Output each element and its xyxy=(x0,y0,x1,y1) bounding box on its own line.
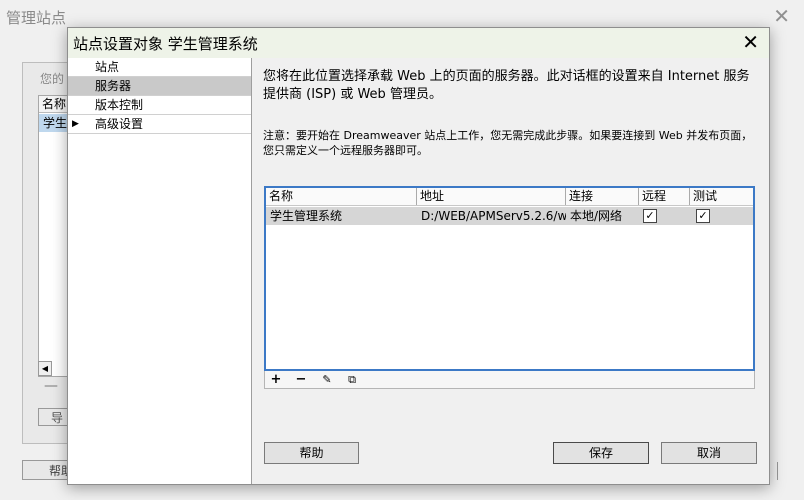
add-server-icon[interactable]: + xyxy=(267,371,285,388)
servers-table-header: 名称 地址 连接 远程 测试 xyxy=(266,188,753,206)
nav-item-label: 版本控制 xyxy=(95,98,144,112)
minus-icon[interactable]: — xyxy=(44,378,58,394)
edit-server-icon[interactable]: ✎ xyxy=(318,371,336,388)
column-header-address[interactable]: 地址 xyxy=(417,188,566,205)
close-icon[interactable]: ✕ xyxy=(773,4,790,28)
category-nav: 站点 服务器 版本控制 ▶ 高级设置 xyxy=(68,58,252,484)
servers-note-text: 注意：要开始在 Dreamweaver 站点上工作，您无需完成此步骤。如果要连接… xyxy=(263,129,753,157)
nav-item-site[interactable]: 站点 xyxy=(68,58,251,77)
nav-item-servers[interactable]: 服务器 xyxy=(68,77,251,96)
save-button[interactable]: 保存 xyxy=(553,442,649,464)
expand-arrow-icon[interactable]: ▶ xyxy=(72,115,79,134)
table-row[interactable]: 学生管理系统 D:/WEB/APMServ5.2.6/ww... 本地/网络 ✓… xyxy=(266,207,753,225)
help-button[interactable]: 帮助 xyxy=(264,442,359,464)
column-header-remote[interactable]: 远程 xyxy=(639,188,690,205)
site-settings-dialog: 站点设置对象 学生管理系统 ✕ 站点 服务器 版本控制 ▶ 高级设置 您将在此位… xyxy=(67,27,770,485)
nav-item-version-control[interactable]: 版本控制 xyxy=(68,96,251,115)
manage-sites-description: 您的 xyxy=(40,72,65,86)
nav-item-label: 高级设置 xyxy=(95,117,144,131)
close-icon[interactable]: ✕ xyxy=(742,30,759,54)
servers-toolbar: + − ✎ ⧉ xyxy=(264,371,755,389)
servers-intro-text: 您将在此位置选择承载 Web 上的页面的服务器。此对话框的设置来自 Intern… xyxy=(263,69,750,102)
remote-checkbox[interactable]: ✓ xyxy=(643,209,657,223)
column-header-name[interactable]: 名称 xyxy=(266,188,417,205)
scroll-left-icon[interactable]: ◀ xyxy=(38,361,52,376)
manage-sites-title: 管理站点 xyxy=(6,9,67,27)
divider xyxy=(777,462,778,480)
server-address-cell: D:/WEB/APMServ5.2.6/ww... xyxy=(421,209,566,223)
nav-item-label: 站点 xyxy=(95,60,120,74)
remove-server-icon[interactable]: − xyxy=(292,371,310,388)
column-header-test[interactable]: 测试 xyxy=(690,188,753,205)
cancel-button[interactable]: 取消 xyxy=(661,442,757,464)
dialog-title: 站点设置对象 学生管理系统 xyxy=(73,35,258,53)
nav-item-advanced-settings[interactable]: ▶ 高级设置 xyxy=(68,115,251,134)
column-header-connection[interactable]: 连接 xyxy=(566,188,639,205)
servers-table: 名称 地址 连接 远程 测试 学生管理系统 D:/WEB/APMServ5.2.… xyxy=(264,186,755,371)
server-name-cell: 学生管理系统 xyxy=(270,209,343,223)
server-connection-cell: 本地/网络 xyxy=(570,209,623,223)
test-checkbox[interactable]: ✓ xyxy=(696,209,710,223)
export-button[interactable]: 导 xyxy=(38,408,68,426)
nav-item-label: 服务器 xyxy=(95,79,132,93)
duplicate-server-icon[interactable]: ⧉ xyxy=(343,371,361,388)
dialog-titlebar: 站点设置对象 学生管理系统 ✕ xyxy=(68,28,769,58)
